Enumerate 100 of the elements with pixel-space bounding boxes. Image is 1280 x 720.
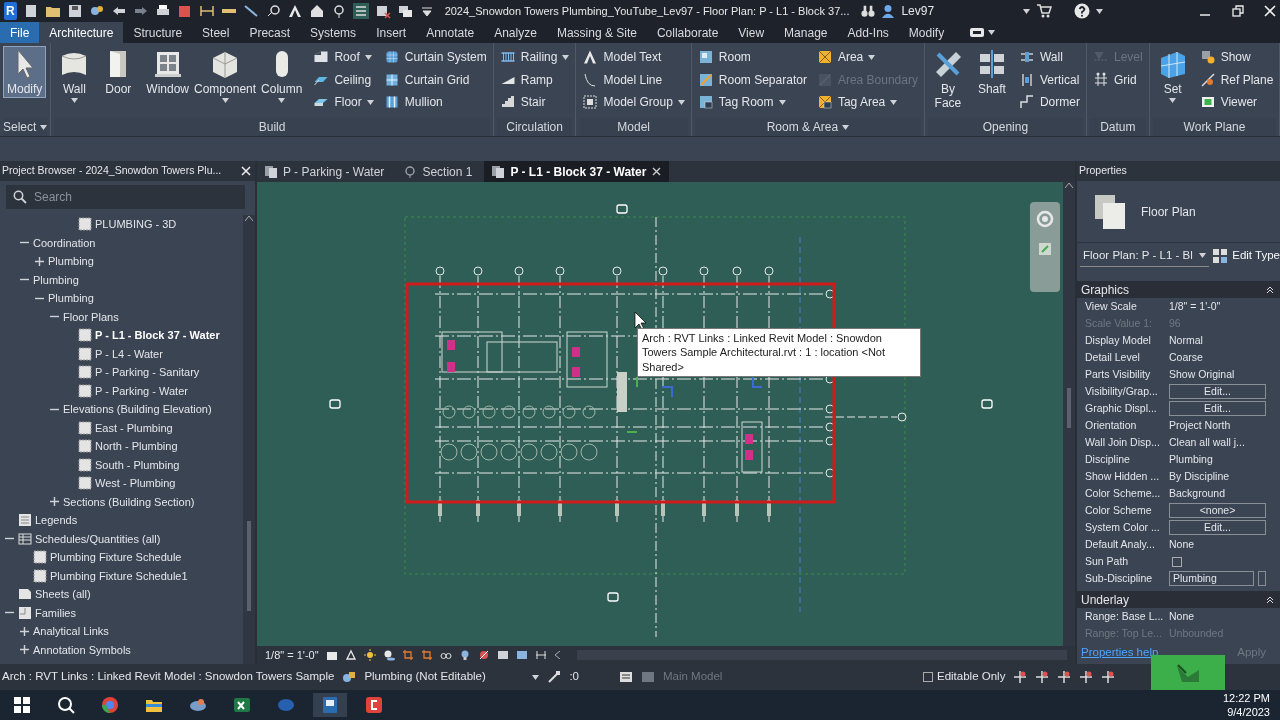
edit-button[interactable]: Edit... <box>1169 384 1266 399</box>
caret-icon[interactable] <box>364 54 372 60</box>
tool-button[interactable]: Stair <box>496 91 573 114</box>
shadows-icon[interactable] <box>382 649 395 661</box>
app-icon[interactable] <box>189 696 207 714</box>
detail-level-icon[interactable] <box>325 649 338 661</box>
ribbon-tab[interactable]: Precast <box>239 22 301 43</box>
tool-button[interactable]: Set <box>1152 46 1193 106</box>
tree-item[interactable]: P - Parking - Water <box>0 381 243 400</box>
close-views-icon[interactable] <box>374 3 391 19</box>
ribbon-tab[interactable]: Manage <box>774 22 838 43</box>
search-field[interactable]: Search <box>6 185 245 209</box>
caret-icon[interactable] <box>988 30 996 35</box>
close-icon[interactable] <box>652 167 662 176</box>
collapse-icon[interactable] <box>1266 285 1274 294</box>
ribbon-tab[interactable]: Massing & Site <box>546 22 647 43</box>
analysis-icon[interactable] <box>515 649 528 661</box>
binoculars-icon[interactable] <box>861 4 876 18</box>
tool-button[interactable]: By Face <box>927 46 968 113</box>
ribbon-tab[interactable]: Collaborate <box>646 22 729 43</box>
elevation-marker-icon[interactable] <box>981 399 993 409</box>
caret-icon[interactable] <box>868 54 876 60</box>
tree-item[interactable]: Plumbing Fixture Schedule <box>0 548 243 567</box>
tree-item[interactable]: Families <box>0 603 243 622</box>
caret-icon[interactable] <box>70 98 78 104</box>
browser-icon[interactable] <box>101 696 119 714</box>
tree-item[interactable]: East - Plumbing <box>0 418 243 437</box>
tool-button[interactable]: Model Line <box>579 68 688 91</box>
caret-icon[interactable] <box>1096 8 1104 14</box>
caret-icon[interactable] <box>1169 98 1177 104</box>
tool-button[interactable]: Wall <box>1015 46 1083 69</box>
switch-windows-icon[interactable] <box>396 3 413 19</box>
caret-icon[interactable] <box>842 124 850 130</box>
type-selector[interactable]: Floor Plan: P - L1 - Bl <box>1080 244 1209 268</box>
tool-button[interactable]: Room <box>694 46 810 69</box>
constraints-icon[interactable] <box>534 649 547 661</box>
tool-button[interactable]: Area <box>813 46 921 69</box>
tool-button[interactable]: Curtain Grid <box>380 68 490 91</box>
tree-item[interactable]: South - Plumbing <box>0 455 243 474</box>
tool-button[interactable]: Tag Area <box>813 91 921 114</box>
ribbon-tab[interactable]: Insert <box>366 22 417 43</box>
caret-icon[interactable] <box>562 54 570 60</box>
text-icon[interactable] <box>286 3 303 19</box>
browse-button-icon[interactable] <box>1258 571 1266 586</box>
workset-selector[interactable]: Plumbing (Not Editable) <box>364 668 525 686</box>
elevation-marker-icon[interactable] <box>607 592 619 602</box>
tool-button[interactable]: Railing <box>496 46 573 69</box>
tree-item[interactable]: Schedules/Quantities (all) <box>0 529 243 548</box>
property-field[interactable]: Plumbing <box>1169 571 1254 586</box>
restore-icon[interactable] <box>1231 5 1244 17</box>
caret-icon[interactable] <box>1023 8 1031 14</box>
ribbon-tab[interactable]: View <box>728 22 775 43</box>
ribbon-tab[interactable]: File <box>0 22 40 43</box>
checkbox[interactable] <box>1172 556 1182 567</box>
tool-button[interactable]: Tag Room <box>694 91 810 114</box>
scroll-up-icon[interactable] <box>1065 182 1073 188</box>
search-icon[interactable] <box>57 696 75 714</box>
crop-icon[interactable] <box>401 649 414 661</box>
checkbox[interactable] <box>923 672 933 682</box>
ribbon-tab[interactable]: Architecture <box>39 22 124 43</box>
tool-button[interactable]: Grid <box>1089 68 1146 91</box>
ribbon-tab[interactable]: Structure <box>123 22 193 43</box>
tree-item[interactable]: Elevations (Building Elevation) <box>0 400 243 419</box>
tree-item[interactable]: P - Parking - Sanitary <box>0 363 243 382</box>
line-icon[interactable] <box>242 3 259 19</box>
tree-item[interactable]: P - L4 - Water <box>0 344 243 363</box>
spreadsheet-icon[interactable] <box>233 696 251 714</box>
list-icon[interactable] <box>352 3 369 19</box>
tree-item[interactable]: P - L1 - Block 37 - Water <box>0 326 243 345</box>
caret-icon[interactable] <box>221 98 229 104</box>
tool-button[interactable]: Ceiling <box>310 68 377 91</box>
edit-button[interactable]: Edit... <box>1169 520 1266 535</box>
ribbon-tab[interactable]: Add-Ins <box>837 22 899 43</box>
scrollbar[interactable] <box>1063 182 1075 646</box>
ribbon-tab[interactable]: Annotate <box>416 22 485 43</box>
tree-item[interactable]: West - Plumbing <box>0 474 243 493</box>
tree-item[interactable]: Legends <box>0 511 243 530</box>
elevation-marker-icon[interactable] <box>616 204 628 214</box>
tool-button[interactable]: Ref Plane <box>1196 68 1277 91</box>
tool-button[interactable]: Wall <box>54 46 95 106</box>
user-icon[interactable] <box>881 4 896 18</box>
tree-item[interactable]: Floor Plans <box>0 307 243 326</box>
revit-app-icon[interactable] <box>321 696 339 714</box>
status-tile[interactable] <box>1151 655 1225 690</box>
tree-item[interactable]: PLUMBING - 3D <box>0 215 243 234</box>
tool-button[interactable]: Window <box>142 46 194 99</box>
tree-item[interactable]: Analytical Links <box>0 622 243 641</box>
design-options-icon[interactable] <box>619 670 633 684</box>
export-icon[interactable] <box>176 3 193 19</box>
temp-view-icon[interactable] <box>496 649 509 661</box>
caret-icon[interactable] <box>40 124 48 130</box>
collapse-icon[interactable] <box>1266 595 1274 604</box>
tree-item[interactable]: Plumbing Fixture Schedule1 <box>0 566 243 585</box>
home-icon[interactable] <box>308 3 325 19</box>
tree-item[interactable]: Sections (Building Section) <box>0 492 243 511</box>
caret-icon[interactable] <box>278 98 286 104</box>
ribbon-tab[interactable]: Analyze <box>484 22 547 43</box>
tool-button[interactable]: Mullion <box>380 91 490 114</box>
tree-item[interactable]: Plumbing <box>0 289 243 308</box>
chat-icon[interactable] <box>277 696 295 714</box>
